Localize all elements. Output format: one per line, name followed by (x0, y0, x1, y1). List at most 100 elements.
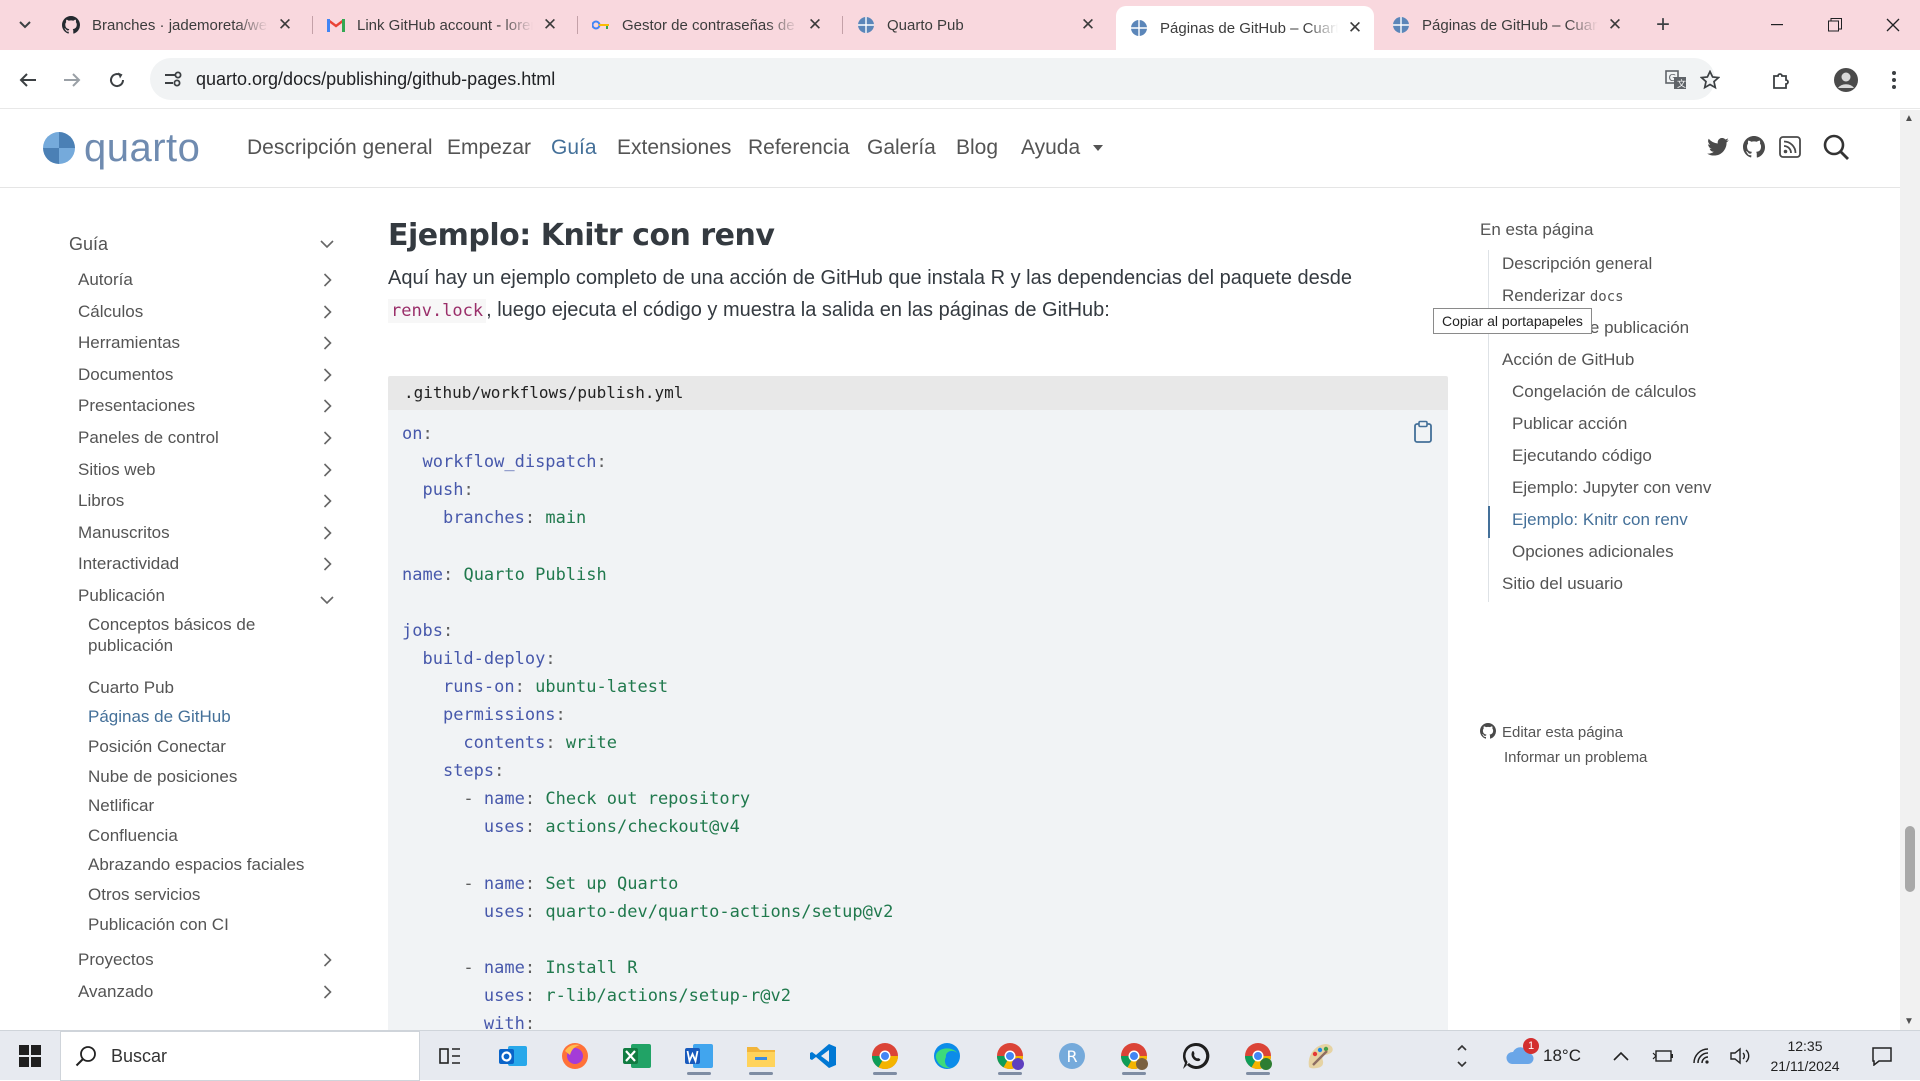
chrome-profile-icon[interactable] (865, 1037, 905, 1075)
page-scrollbar[interactable]: ▲ ▼ (1900, 110, 1920, 1030)
browser-menu-button[interactable] (1878, 64, 1910, 96)
task-view-icon[interactable] (430, 1037, 470, 1075)
nav-blog[interactable]: Blog (956, 136, 998, 160)
edit-page-link[interactable]: Editar esta página (1480, 723, 1623, 741)
chevron-right-icon[interactable] (323, 368, 332, 385)
sidebar-subitem[interactable]: Confluencia (88, 825, 178, 846)
toc-item[interactable]: Ejecutando código (1512, 446, 1652, 466)
tab-gmail[interactable]: Link GitHub account - lorena ✕ (313, 8, 569, 42)
sidebar-item[interactable]: Interactividad (78, 554, 179, 574)
close-icon[interactable]: ✕ (1077, 14, 1099, 36)
notifications-button[interactable] (1862, 1031, 1902, 1081)
sidebar-item[interactable]: Sitios web (78, 460, 155, 480)
chevron-down-icon[interactable] (320, 592, 334, 608)
chevron-right-icon[interactable] (323, 305, 332, 322)
new-tab-button[interactable]: + (1650, 11, 1676, 38)
nav-gallery[interactable]: Galería (867, 136, 936, 160)
nav-extensions[interactable]: Extensiones (617, 136, 731, 160)
r-icon[interactable]: R (1052, 1037, 1092, 1075)
forward-button[interactable] (56, 64, 88, 96)
back-button[interactable] (12, 64, 44, 96)
battery-icon[interactable] (1648, 1031, 1678, 1081)
sidebar-subitem[interactable]: Abrazando espacios faciales (88, 854, 304, 875)
toc-item[interactable]: Ejemplo: Jupyter con venv (1512, 478, 1711, 498)
nav-get-started[interactable]: Empezar (447, 136, 531, 160)
chevron-right-icon[interactable] (323, 526, 332, 543)
site-settings-icon[interactable] (162, 68, 184, 90)
sidebar-item[interactable]: Cálculos (78, 302, 143, 322)
nav-help[interactable]: Ayuda (1021, 136, 1104, 160)
minimize-button[interactable] (1748, 0, 1806, 50)
system-clock[interactable]: 12:35 21/11/2024 (1762, 1036, 1848, 1076)
reload-button[interactable] (101, 64, 133, 96)
chevron-right-icon[interactable] (323, 953, 332, 970)
quarto-logo[interactable]: quarto (42, 128, 200, 168)
toc-item[interactable]: Congelación de cálculos (1512, 382, 1696, 402)
tray-chevron-up-down[interactable] (1452, 1031, 1472, 1081)
sidebar-subitem[interactable]: Páginas de GitHub (88, 706, 231, 727)
profile-avatar[interactable] (1830, 64, 1862, 96)
toc-item[interactable]: Renderizar docs (1502, 286, 1624, 306)
toc-item[interactable]: Ejemplo: Knitr con renv (1512, 510, 1688, 530)
close-icon[interactable]: ✕ (1344, 17, 1366, 39)
sidebar-subitem[interactable]: Posición Conectar (88, 736, 226, 757)
chevron-right-icon[interactable] (323, 399, 332, 416)
extensions-button[interactable] (1765, 64, 1797, 96)
edge-icon[interactable] (927, 1037, 967, 1075)
tab-password-manager[interactable]: Gestor de contraseñas de Google ✕ (578, 8, 834, 42)
taskbar-search[interactable]: Buscar (60, 1031, 420, 1081)
tab-quarto-pub[interactable]: Quarto Pub ✕ (843, 8, 1107, 42)
toc-item[interactable]: Sitio del usuario (1502, 574, 1623, 594)
network-icon[interactable] (1688, 1031, 1718, 1081)
twitter-icon[interactable] (1705, 134, 1731, 160)
chrome-profile-icon[interactable] (1238, 1037, 1278, 1075)
close-icon[interactable]: ✕ (274, 14, 296, 36)
show-hidden-icons[interactable] (1606, 1031, 1636, 1081)
toc-item[interactable]: Descripción general (1502, 254, 1652, 274)
chevron-right-icon[interactable] (323, 431, 332, 448)
sidebar-item[interactable]: Presentaciones (78, 396, 195, 416)
sidebar-item[interactable]: Libros (78, 491, 124, 511)
sidebar-subitem[interactable]: Netlificar (88, 795, 154, 816)
sidebar-subitem[interactable]: Publicación con CI (88, 914, 229, 935)
weather-widget[interactable]: 1 18°C (1498, 1031, 1588, 1081)
restore-button[interactable] (1806, 0, 1864, 50)
vscode-icon[interactable] (803, 1037, 843, 1075)
word-icon[interactable] (679, 1037, 719, 1075)
bookmark-star-icon[interactable] (1698, 68, 1722, 92)
sidebar-item[interactable]: Herramientas (78, 333, 180, 353)
report-issue-link[interactable]: Informar un problema (1504, 749, 1647, 766)
toc-item[interactable]: Acción de GitHub (1502, 350, 1634, 370)
tab-github-pages-active[interactable]: Páginas de GitHub – Cuarto ✕ (1116, 6, 1374, 50)
chevron-right-icon[interactable] (323, 557, 332, 574)
scroll-up-arrow-icon[interactable]: ▲ (1904, 113, 1914, 124)
start-button[interactable] (0, 1031, 60, 1081)
chevron-right-icon[interactable] (323, 985, 332, 1002)
address-bar[interactable]: quarto.org/docs/publishing/github-pages.… (150, 58, 1720, 100)
outlook-icon[interactable] (493, 1037, 533, 1075)
whatsapp-icon[interactable] (1176, 1037, 1216, 1075)
chevron-right-icon[interactable] (323, 463, 332, 480)
chrome-profile-icon[interactable] (990, 1037, 1030, 1075)
sidebar-section-guide[interactable]: Guía (69, 234, 108, 255)
sidebar-item[interactable]: Proyectos (78, 950, 154, 970)
tab-search-button[interactable] (12, 12, 38, 38)
sidebar-item[interactable]: Manuscritos (78, 523, 170, 543)
file-explorer-icon[interactable] (741, 1037, 781, 1075)
paint-icon[interactable] (1300, 1037, 1340, 1075)
firefox-icon[interactable] (555, 1037, 595, 1075)
sidebar-item[interactable]: Paneles de control (78, 428, 219, 448)
chrome-profile-icon[interactable] (1114, 1037, 1154, 1075)
sidebar-subitem[interactable]: Nube de posiciones (88, 766, 237, 787)
close-icon[interactable]: ✕ (539, 14, 561, 36)
nav-reference[interactable]: Referencia (748, 136, 850, 160)
close-icon[interactable]: ✕ (1604, 14, 1626, 36)
sidebar-subitem[interactable]: Conceptos básicos de publicación (88, 614, 288, 656)
chevron-right-icon[interactable] (323, 494, 332, 511)
chevron-right-icon[interactable] (323, 336, 332, 353)
translate-icon[interactable]: G文 (1664, 68, 1688, 92)
sidebar-item[interactable]: Autoría (78, 270, 133, 290)
nav-guide[interactable]: Guía (551, 136, 597, 160)
tab-github-branches[interactable]: Branches · jademoreta/website ✕ (48, 8, 304, 42)
scroll-down-arrow-icon[interactable]: ▼ (1904, 1016, 1914, 1027)
